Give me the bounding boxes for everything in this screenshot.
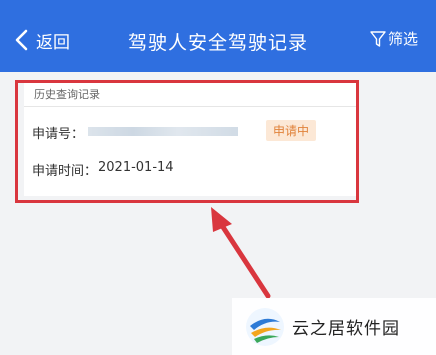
- watermark-text: 云之居软件园: [292, 319, 400, 339]
- watermark: 云之居软件园: [232, 298, 436, 355]
- watermark-logo-icon: [246, 307, 284, 346]
